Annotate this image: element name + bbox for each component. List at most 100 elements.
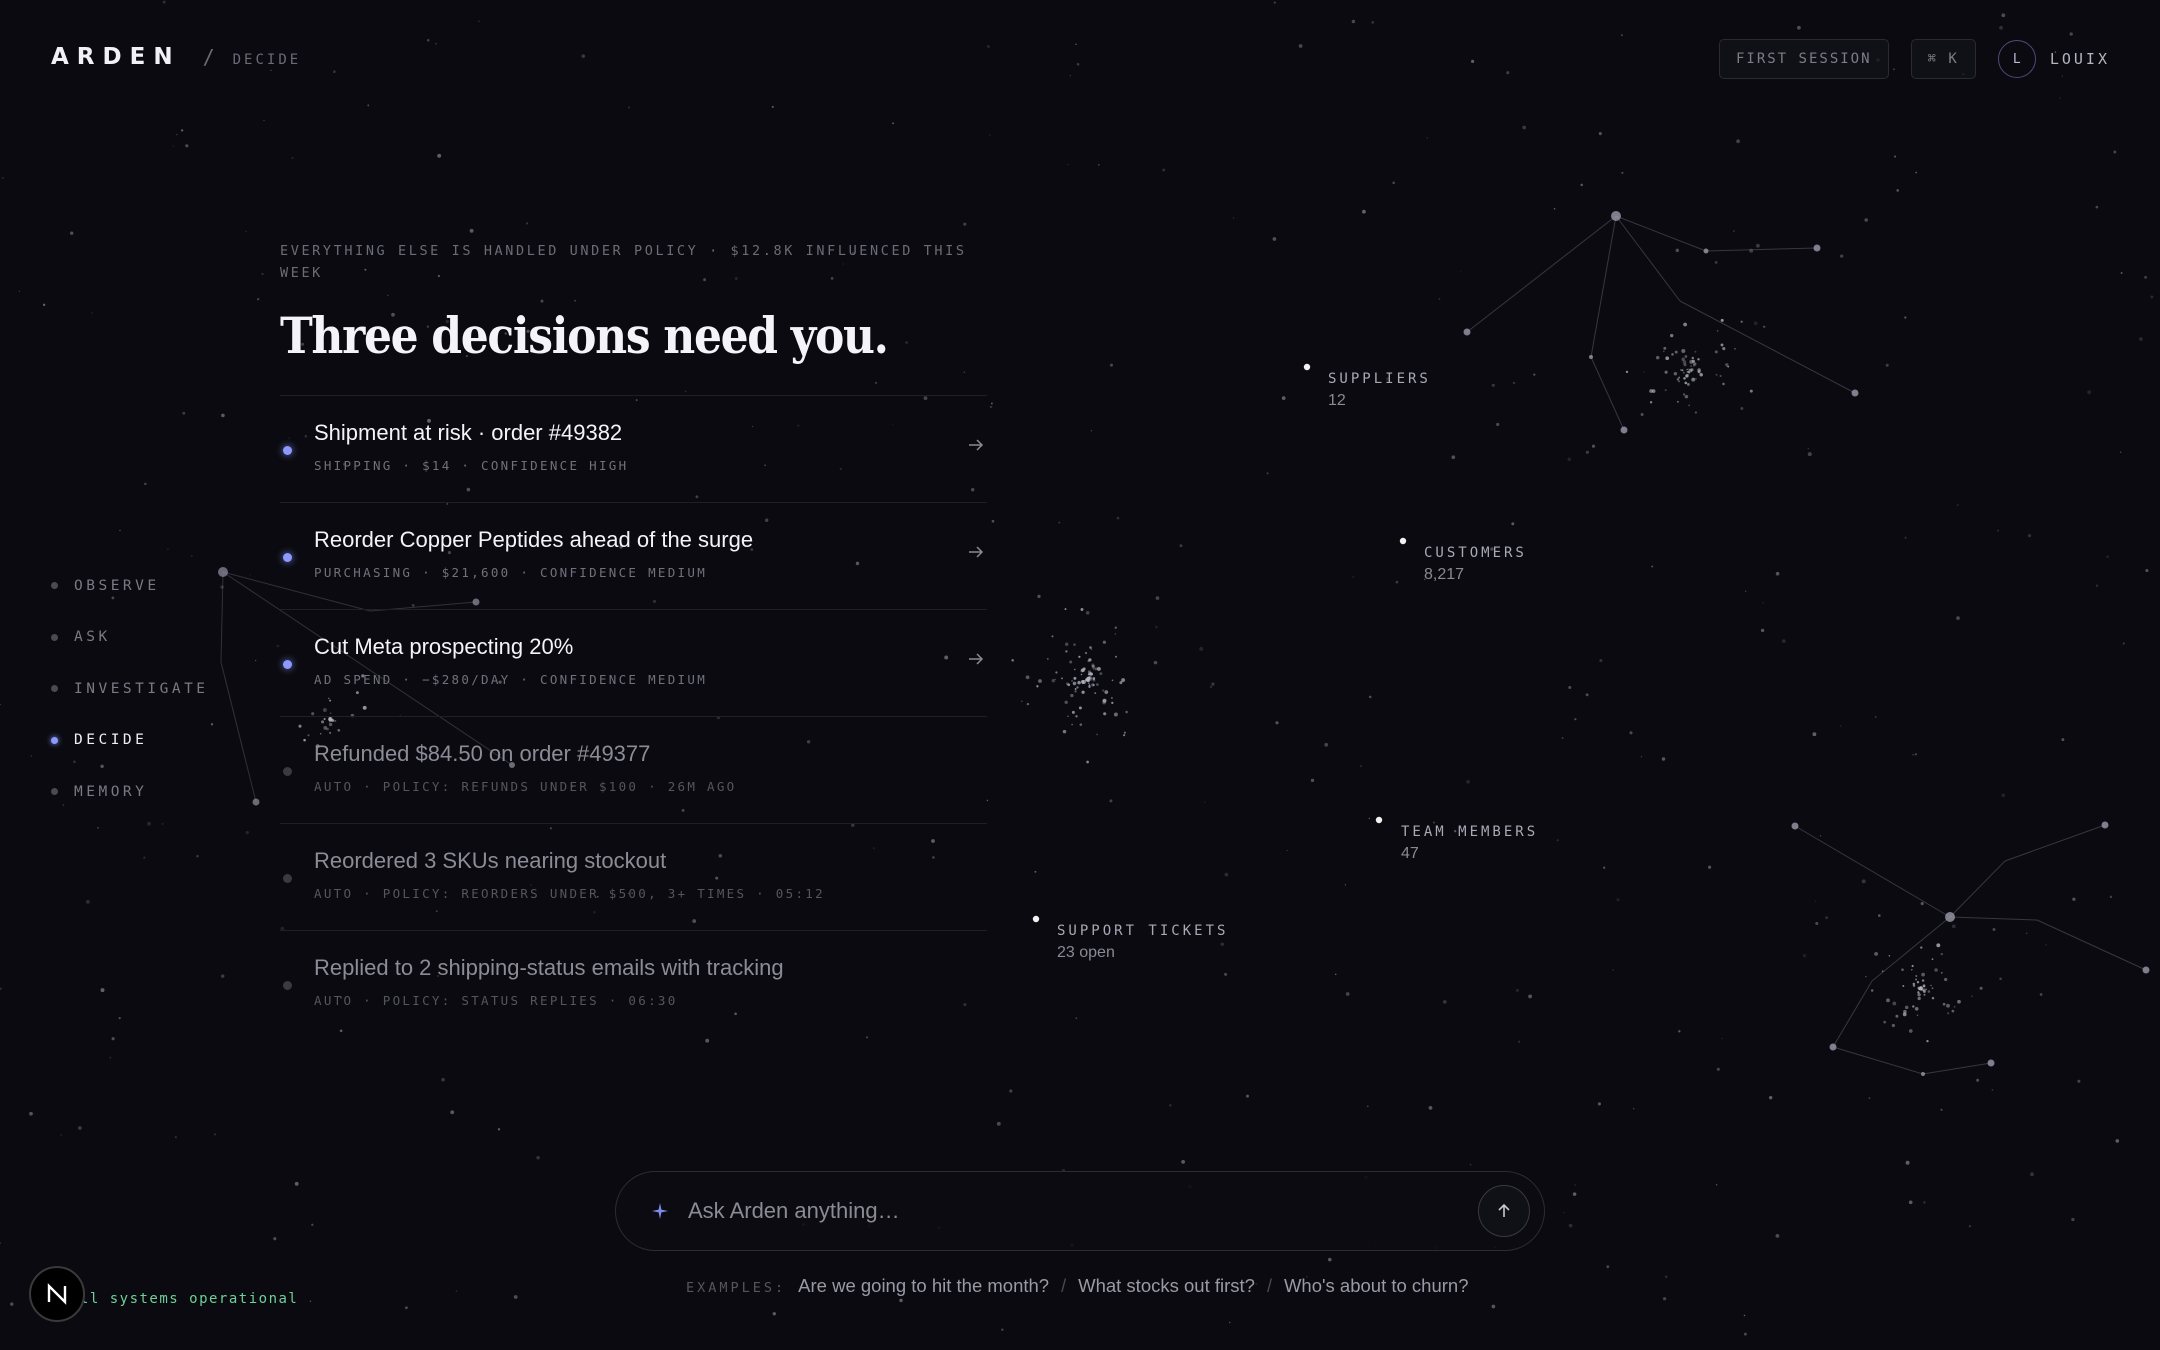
star: [1673, 371, 1678, 376]
star: [1075, 43, 1077, 45]
star: [1951, 1009, 1955, 1013]
star: [1286, 849, 1288, 852]
star: [1097, 164, 1100, 166]
star: [1094, 667, 1098, 671]
star: [144, 482, 147, 486]
star: [1153, 660, 1158, 665]
arrow-right-icon[interactable]: [967, 543, 985, 561]
example-prompt[interactable]: Who's about to churn?: [1284, 1275, 1469, 1297]
graph-node-suppliers[interactable]: SUPPLIERS 12: [1328, 371, 1431, 410]
graph-node-support-tickets[interactable]: SUPPORT TICKETS 23 open: [1057, 923, 1228, 962]
star: [1953, 1005, 1956, 1008]
star: [182, 411, 186, 415]
star: [1895, 1014, 1899, 1018]
star: [1919, 986, 1923, 990]
star: [1298, 44, 1303, 48]
graph-node: [2101, 821, 2109, 829]
star: [1568, 1223, 1573, 1228]
first-session-button[interactable]: FIRST SESSION: [1718, 39, 1889, 79]
star: [42, 303, 46, 307]
action-title: Reordered 3 SKUs nearing stockout: [314, 848, 667, 873]
star: [1691, 359, 1695, 363]
star: [1077, 680, 1081, 685]
star: [1204, 801, 1206, 804]
graph-node-customers[interactable]: CUSTOMERS 8,217: [1424, 545, 1527, 584]
star: [1522, 125, 1527, 130]
side-nav: OBSERVE ASK INVESTIGATE DECIDE MEMORY: [51, 560, 209, 818]
n-logo-badge[interactable]: [29, 1266, 85, 1322]
star: [581, 54, 586, 58]
star: [1426, 136, 1429, 139]
brand: ARDEN / DECIDE: [51, 44, 301, 70]
star: [1675, 248, 1680, 253]
star: [1664, 370, 1668, 374]
star: [1914, 1006, 1919, 1011]
star: [1113, 712, 1118, 717]
star: [1162, 168, 1166, 172]
star: [1102, 640, 1106, 644]
graph-node: [1987, 1059, 1995, 1067]
star: [1908, 1200, 1913, 1205]
star: [1572, 1192, 1577, 1196]
decision-title: Cut Meta prospecting 20%: [314, 634, 574, 659]
sparkle-icon: [652, 1203, 668, 1219]
arrow-right-icon[interactable]: [967, 650, 985, 668]
action-meta: AUTO · POLICY: STATUS REPLIES · 06:30: [314, 993, 678, 1008]
star: [1123, 734, 1126, 737]
nav-dot-icon: [51, 736, 58, 744]
nav-item-ask[interactable]: ASK: [51, 612, 209, 664]
star: [1074, 668, 1076, 671]
star: [1351, 19, 1356, 24]
star: [309, 1300, 312, 1303]
star: [1733, 230, 1735, 232]
nav-item-decide[interactable]: DECIDE: [51, 715, 209, 767]
constellation-line: [1922, 1062, 1992, 1075]
auto-action-row[interactable]: Reordered 3 SKUs nearing stockout AUTO ·…: [280, 824, 987, 931]
star: [1885, 363, 1889, 367]
star: [1951, 924, 1956, 929]
star: [1916, 1014, 1919, 1016]
arrow-right-icon[interactable]: [967, 436, 985, 454]
star: [1428, 1106, 1433, 1110]
star: [1114, 655, 1118, 658]
command-palette-button[interactable]: ⌘ K: [1910, 39, 1976, 79]
nav-item-observe[interactable]: OBSERVE: [51, 560, 209, 612]
star: [1911, 969, 1913, 971]
star: [1927, 990, 1931, 993]
user-menu[interactable]: L LOUIX: [1997, 40, 2110, 78]
node-count: 23 open: [1057, 944, 1115, 961]
decision-row[interactable]: Shipment at risk · order #49382 SHIPPING…: [280, 396, 987, 503]
star: [1912, 984, 1916, 987]
brand-logo[interactable]: ARDEN: [51, 44, 181, 70]
star: [1073, 643, 1076, 646]
star: [1714, 260, 1718, 264]
graph-node-team-members[interactable]: TEAM MEMBERS 47: [1401, 824, 1538, 863]
example-prompt[interactable]: Are we going to hit the month?: [798, 1275, 1049, 1297]
auto-action-row[interactable]: Refunded $84.50 on order #49377 AUTO · P…: [280, 717, 987, 824]
star: [1266, 472, 1269, 475]
star: [1058, 521, 1061, 524]
constellation-line: [1832, 1046, 1924, 1075]
star: [1919, 986, 1923, 990]
star: [1917, 993, 1921, 997]
star: [1328, 1257, 1332, 1262]
star: [1749, 248, 1754, 253]
star: [1082, 680, 1086, 684]
send-button[interactable]: [1478, 1185, 1530, 1237]
star: [1087, 673, 1091, 676]
done-dot-icon: [283, 767, 292, 776]
star: [1111, 697, 1113, 699]
decision-row[interactable]: Cut Meta prospecting 20% AD SPEND · −$28…: [280, 610, 987, 717]
avatar[interactable]: L: [1997, 40, 2036, 78]
nav-item-investigate[interactable]: INVESTIGATE: [51, 663, 209, 715]
decision-row[interactable]: Reorder Copper Peptides ahead of the sur…: [280, 503, 987, 610]
star: [1585, 450, 1590, 454]
star: [1743, 1332, 1747, 1336]
star: [1104, 690, 1109, 694]
example-prompt[interactable]: What stocks out first?: [1078, 1275, 1255, 1297]
star: [963, 222, 967, 226]
star: [1956, 616, 1960, 620]
ask-input[interactable]: [688, 1198, 1478, 1224]
auto-action-row[interactable]: Replied to 2 shipping-status emails with…: [280, 931, 987, 1038]
nav-item-memory[interactable]: MEMORY: [51, 766, 209, 818]
